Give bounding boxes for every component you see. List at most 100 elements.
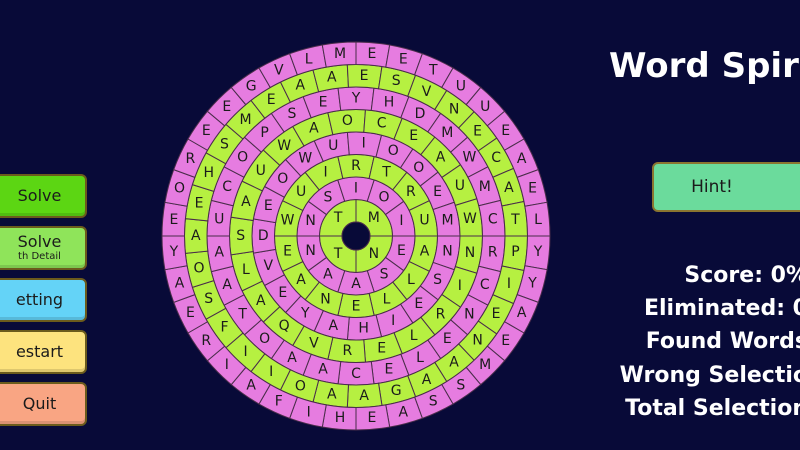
solve-button[interactable]: Solve <box>0 174 87 218</box>
letter: U <box>214 211 224 227</box>
setting-button[interactable]: etting <box>0 278 87 322</box>
letter-cell[interactable]: C <box>478 199 506 237</box>
letter: A <box>191 228 201 244</box>
letter: F <box>220 320 228 336</box>
letter: I <box>244 344 248 360</box>
letter-cell[interactable]: D <box>251 218 277 254</box>
letter: H <box>203 165 214 181</box>
letter: L <box>534 212 542 228</box>
letter: U <box>480 99 490 115</box>
letter: L <box>242 262 250 278</box>
letter-cell[interactable]: E <box>161 201 188 237</box>
letter-cell[interactable]: C <box>337 361 375 386</box>
solve-with-detail-button[interactable]: Solve th Detail <box>0 226 87 270</box>
letter: E <box>278 285 287 301</box>
letter: E <box>186 305 195 321</box>
letter: O <box>174 181 185 197</box>
letter-cell[interactable]: R <box>327 336 366 363</box>
letter: N <box>464 306 474 322</box>
letter: S <box>429 394 438 410</box>
letter: R <box>343 343 353 359</box>
letter: E <box>360 68 369 84</box>
letter: U <box>456 78 466 94</box>
letter: D <box>258 228 269 244</box>
letter-cell[interactable]: I <box>346 131 383 158</box>
letter: T <box>333 246 343 262</box>
letter: A <box>420 244 430 260</box>
letter: A <box>246 378 256 394</box>
letter: E <box>528 181 537 197</box>
letter: A <box>328 318 338 334</box>
letter: L <box>416 350 424 366</box>
letter: S <box>456 378 465 394</box>
letter: E <box>222 99 231 115</box>
restart-button[interactable]: estart <box>0 330 87 374</box>
hint-button[interactable]: Hint! <box>652 162 800 212</box>
letter-cell[interactable]: A <box>346 382 383 408</box>
letter-cell[interactable]: E <box>355 41 391 68</box>
letter: R <box>488 245 498 261</box>
letter: H <box>358 320 369 336</box>
letter: I <box>269 364 273 380</box>
letter: S <box>288 106 297 122</box>
letter-cell[interactable]: E <box>355 404 391 431</box>
quit-button-label: Quit <box>22 393 57 413</box>
letter-cell[interactable]: P <box>501 235 529 272</box>
letter: N <box>442 243 452 259</box>
letter-cell[interactable]: T <box>501 200 529 237</box>
letter: E <box>492 306 501 322</box>
letter: N <box>305 213 315 229</box>
hint-button-label: Hint! <box>691 177 733 197</box>
letter: A <box>422 372 432 388</box>
letter-cell[interactable]: H <box>321 404 357 431</box>
letter: I <box>354 180 358 196</box>
letter-cell[interactable]: A <box>206 235 234 273</box>
letter-cell[interactable]: Y <box>161 235 188 271</box>
letter: I <box>391 313 395 329</box>
letter: O <box>379 189 390 205</box>
letter: Q <box>279 318 290 334</box>
letter: O <box>295 378 306 394</box>
letter: M <box>479 357 491 373</box>
letter: U <box>256 163 266 179</box>
letter: U <box>328 138 338 154</box>
letter: S <box>204 291 213 307</box>
letter: I <box>307 405 311 421</box>
letter: L <box>407 272 415 288</box>
letter-cell[interactable]: M <box>321 41 357 68</box>
letter: Y <box>527 275 537 291</box>
letter-cell[interactable]: H <box>346 314 383 341</box>
letter: S <box>236 228 245 244</box>
letter: A <box>309 121 319 137</box>
letter: A <box>359 388 369 404</box>
letter: E <box>443 331 452 347</box>
letter-cell[interactable]: E <box>337 292 375 318</box>
letter-cell[interactable]: Y <box>337 86 375 111</box>
letter: G <box>391 383 402 399</box>
letter-cell[interactable]: L <box>524 201 551 237</box>
letter-cell[interactable]: O <box>327 109 366 136</box>
letter: W <box>277 138 291 154</box>
letter: W <box>298 150 312 166</box>
letter-cell[interactable]: S <box>229 216 254 256</box>
spiral-center <box>341 221 371 251</box>
letter-cell[interactable]: Y <box>524 235 551 271</box>
letter-cell[interactable]: R <box>337 154 375 180</box>
letter: P <box>511 244 519 260</box>
letter-cell[interactable]: R <box>478 235 506 273</box>
letter: C <box>222 179 232 195</box>
letter: A <box>517 305 527 321</box>
letter-cell[interactable]: U <box>206 199 234 237</box>
quit-button[interactable]: Quit <box>0 382 87 426</box>
solve-with-detail-label: Solve <box>17 232 62 252</box>
letter: T <box>381 165 391 181</box>
letter: U <box>455 178 465 194</box>
solve-button-label: Solve <box>17 185 62 205</box>
letter: V <box>422 84 432 100</box>
letter: A <box>222 277 232 293</box>
letter-cell[interactable]: A <box>184 218 209 254</box>
letter-cell[interactable]: E <box>346 64 383 90</box>
letter: O <box>237 150 248 166</box>
letter: W <box>463 211 477 227</box>
letter: O <box>259 331 270 347</box>
